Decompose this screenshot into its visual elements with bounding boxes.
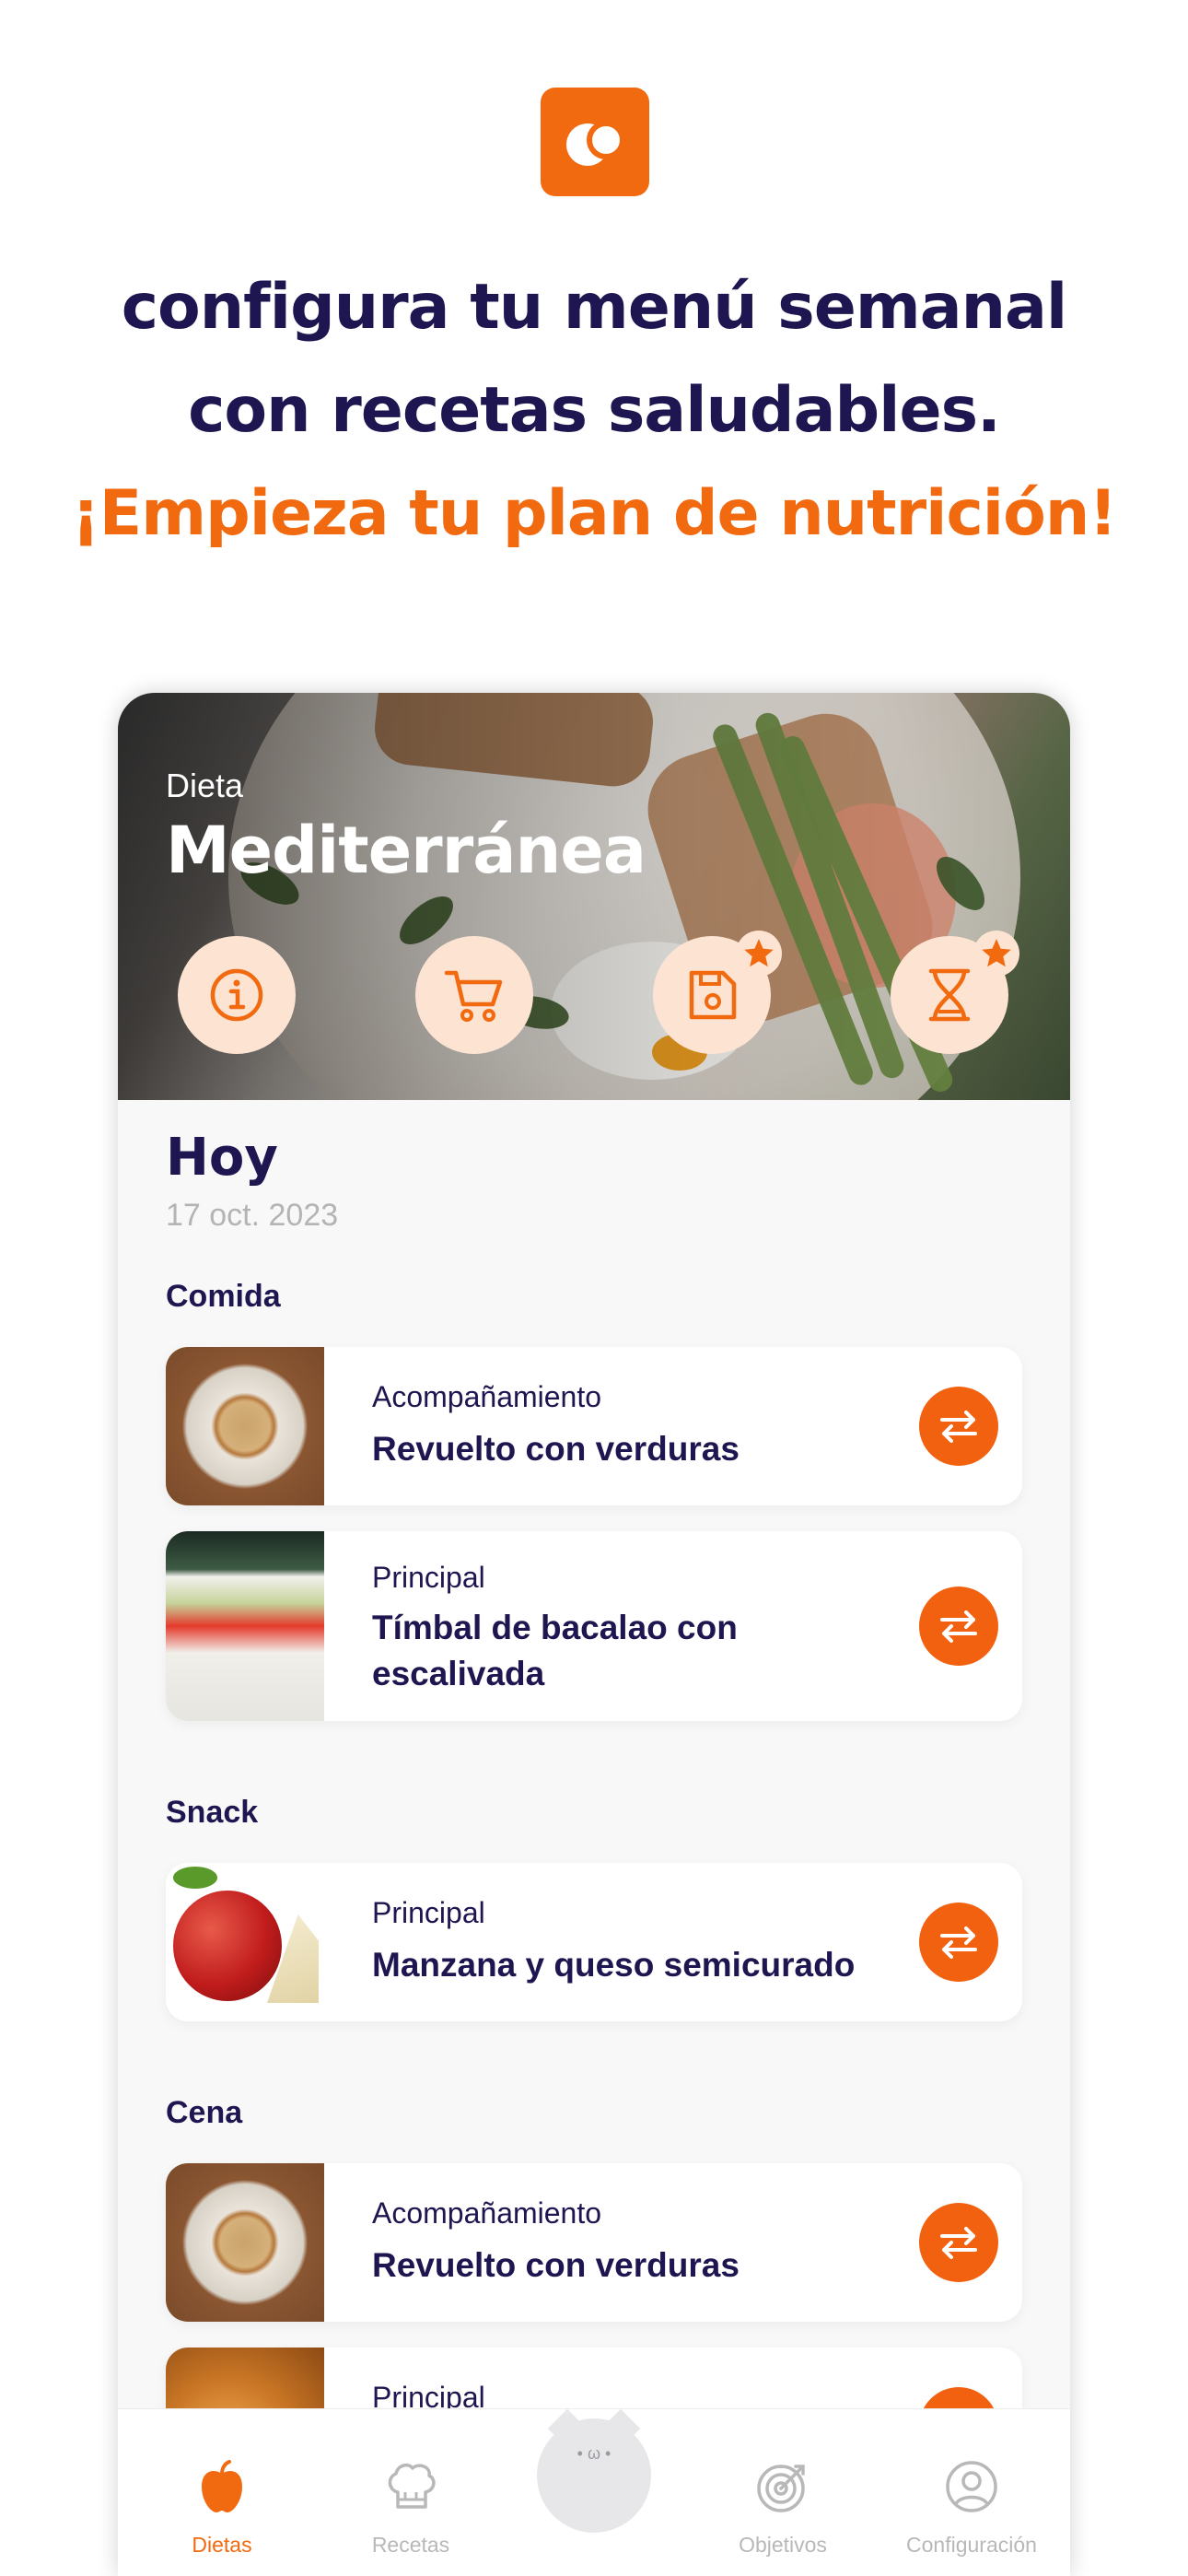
info-icon	[210, 968, 263, 1022]
shopping-cart-button[interactable]	[415, 936, 533, 1054]
day-title: Hoy	[166, 1128, 278, 1188]
diet-name: Mediterránea	[166, 813, 646, 888]
swap-arrows-icon	[940, 1926, 977, 1959]
app-screen: Dieta Mediterránea Hoy 17 oct. 2023 Comi…	[118, 693, 1070, 2576]
meal-kind: Acompañamiento	[372, 2196, 602, 2230]
nav-label: Recetas	[371, 2533, 450, 2557]
meal-kind: Principal	[372, 1561, 485, 1594]
swap-meal-button[interactable]	[919, 2203, 998, 2282]
diet-info-button[interactable]	[178, 936, 296, 1054]
meal-card[interactable]: Principal Tímbal de bacalao con escaliva…	[166, 1531, 1022, 1721]
swap-arrows-icon	[940, 1610, 977, 1643]
mascot-icon: • ω •	[537, 2408, 651, 2533]
meal-thumbnail	[166, 1347, 324, 1505]
save-icon	[689, 970, 737, 1020]
apple-icon	[202, 2460, 242, 2512]
meal-name: Revuelto con verduras	[372, 2246, 740, 2284]
meal-name: Manzana y queso semicurado	[372, 1946, 856, 1984]
nav-item-configuracion[interactable]: Configuración	[879, 2409, 1064, 2576]
logo-mark-icon	[566, 121, 625, 166]
meal-kind: Acompañamiento	[372, 1380, 602, 1413]
meal-thumbnail	[166, 1531, 324, 1721]
star-icon	[982, 939, 1011, 967]
user-circle-icon	[946, 2461, 997, 2512]
promo-headline: configura tu menú semanal con recetas sa…	[0, 256, 1188, 566]
cart-icon	[444, 970, 503, 1022]
nav-label: Dietas	[192, 2533, 252, 2557]
day-date: 17 oct. 2023	[166, 1198, 339, 1233]
nav-item-objetivos[interactable]: Objetivos	[691, 2409, 875, 2576]
nav-label: Objetivos	[739, 2533, 827, 2557]
premium-star-badge	[973, 931, 1019, 977]
target-icon	[757, 2465, 805, 2512]
promo-line-2: con recetas saludables.	[188, 374, 1001, 447]
bottom-navigation: Dietas Recetas • ω • Objetivos Configura…	[118, 2408, 1070, 2576]
save-diet-button[interactable]	[653, 931, 782, 1054]
meal-name: Tímbal de bacalao con escalivada	[372, 1609, 738, 1692]
section-cena: Cena	[166, 2095, 243, 2130]
dna-icon	[928, 968, 971, 1022]
nav-item-dietas[interactable]: Dietas	[130, 2409, 314, 2576]
meal-name: Revuelto con verduras	[372, 1430, 740, 1468]
section-comida: Comida	[166, 1279, 281, 1314]
diet-kicker: Dieta	[166, 767, 244, 804]
swap-meal-button[interactable]	[919, 1587, 998, 1666]
chef-hat-icon	[388, 2463, 436, 2509]
swap-arrows-icon	[940, 1411, 977, 1443]
nav-label: Configuración	[906, 2533, 1037, 2557]
swap-meal-button[interactable]	[919, 1903, 998, 1982]
meal-thumbnail	[166, 2163, 324, 2322]
meal-card[interactable]: Acompañamiento Revuelto con verduras	[166, 2163, 1022, 2322]
diet-hero-banner: Dieta Mediterránea	[118, 693, 1070, 1100]
meal-thumbnail	[166, 1863, 324, 2021]
promo-line-3: ¡Empieza tu plan de nutrición!	[71, 477, 1118, 550]
meal-kind: Principal	[372, 1896, 485, 1929]
premium-star-badge	[736, 931, 782, 977]
swap-arrows-icon	[940, 2227, 977, 2259]
swap-meal-button[interactable]	[919, 1387, 998, 1466]
dna-analysis-button[interactable]	[891, 931, 1019, 1054]
promo-line-1: configura tu menú semanal	[121, 271, 1068, 344]
meal-card[interactable]: Acompañamiento Revuelto con verduras	[166, 1347, 1022, 1505]
star-icon	[744, 939, 774, 967]
app-logo	[541, 88, 649, 196]
meal-card[interactable]: Principal Manzana y queso semicurado	[166, 1863, 1022, 2021]
section-snack: Snack	[166, 1795, 259, 1830]
nav-item-recetas[interactable]: Recetas	[319, 2409, 503, 2576]
